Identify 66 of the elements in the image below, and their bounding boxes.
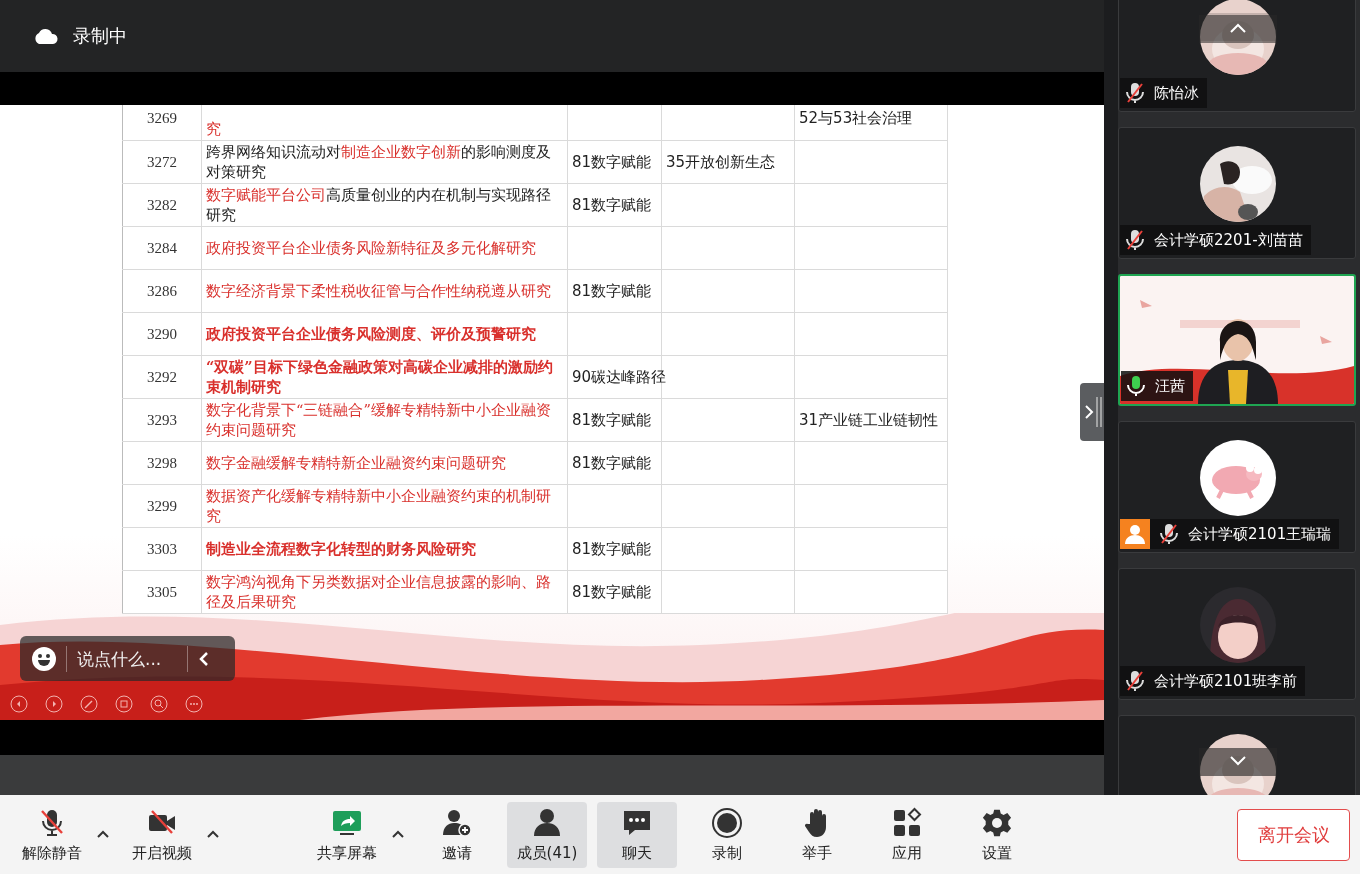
table-cell: 81数字赋能 [567,269,662,313]
row-number: 3284 [122,226,202,270]
toolbar-button[interactable]: 举手 [777,801,857,868]
toolbar-button[interactable]: 解除静音 [12,801,92,868]
row-number: 3290 [122,312,202,356]
leave-meeting-button[interactable]: 离开会议 [1237,808,1350,861]
table-cell: 81数字赋能 [567,570,662,614]
chevron-down-icon [1228,754,1248,767]
participant-name: 汪茜 [1155,376,1185,396]
row-number: 3298 [122,441,202,485]
toolbar-button[interactable]: 邀请 [417,801,497,868]
table-cell: 81数字赋能 [567,398,662,442]
row-number: 3272 [122,140,202,184]
toolbar-button[interactable]: 应用 [867,801,947,868]
toolbar-button[interactable]: 开启视频 [122,801,202,868]
row-number: 3286 [122,269,202,313]
pen-icon[interactable] [80,695,98,713]
scroll-up-button[interactable] [1199,15,1277,43]
participant-tile[interactable]: 陈怡冰 [1118,0,1356,112]
participant-tile[interactable]: 会计学硕2201-刘苗苗 [1118,127,1356,259]
next-icon[interactable] [45,695,63,713]
participant-name: 会计学硕2201-刘苗苗 [1154,230,1303,250]
toolbar-button[interactable]: 聊天 [597,801,677,868]
people-icon [531,806,563,839]
row-number: 3269 [122,105,202,141]
chevron-left-icon[interactable] [198,650,210,667]
row-number: 3293 [122,398,202,442]
participant-name: 会计学硕2101班李前 [1154,671,1298,691]
scroll-down-button[interactable] [1199,748,1277,776]
emoji-icon[interactable] [32,646,56,671]
table-cell: 35开放创新生态 [661,140,795,184]
toolbar-button[interactable]: 成员(41) [507,801,587,868]
toolbar-button[interactable]: 录制 [687,801,767,868]
chevron-up-icon [1228,21,1248,34]
zoom-icon[interactable] [150,695,168,713]
cloud-icon [33,28,59,44]
table-cell: 31产业链工业链韧性 [794,398,948,442]
apps-icon [891,806,923,839]
stamp-icon[interactable] [115,695,133,713]
participant-name: 陈怡冰 [1154,83,1199,103]
row-number: 3299 [122,484,202,528]
participant-tile[interactable]: 汪茜 [1118,274,1356,406]
table-cell: 81数字赋能 [567,441,662,485]
toolbar-button[interactable]: 共享屏幕 [307,801,387,868]
previous-icon[interactable] [10,695,28,713]
chat-input[interactable]: 说点什么... [77,648,177,669]
participant-name: 会计学硕2101王瑞瑞 [1188,524,1332,544]
caret-up-icon [391,829,405,839]
toolbar-button[interactable]: 设置 [957,801,1037,868]
row-number: 3282 [122,183,202,227]
caret-up-icon [96,829,110,839]
expand-handle[interactable] [1080,383,1104,441]
participant-tile[interactable]: 会计学硕2101王瑞瑞 [1118,421,1356,553]
row-number: 3303 [122,527,202,571]
record-icon [711,806,743,839]
table-cell: 81数字赋能 [567,527,662,571]
row-number: 3305 [122,570,202,614]
caret-up-icon [206,829,220,839]
user-icon [1120,519,1150,549]
table-cell: 81数字赋能 [567,183,662,227]
table-cell: 52与53社会治理 [794,105,948,141]
recording-status: 录制中 [73,24,127,48]
table-cell: 81数字赋能 [567,140,662,184]
row-number: 3292 [122,355,202,399]
participant-tile[interactable]: 会计学硕2101班李前 [1118,568,1356,700]
more-icon[interactable] [185,695,203,713]
